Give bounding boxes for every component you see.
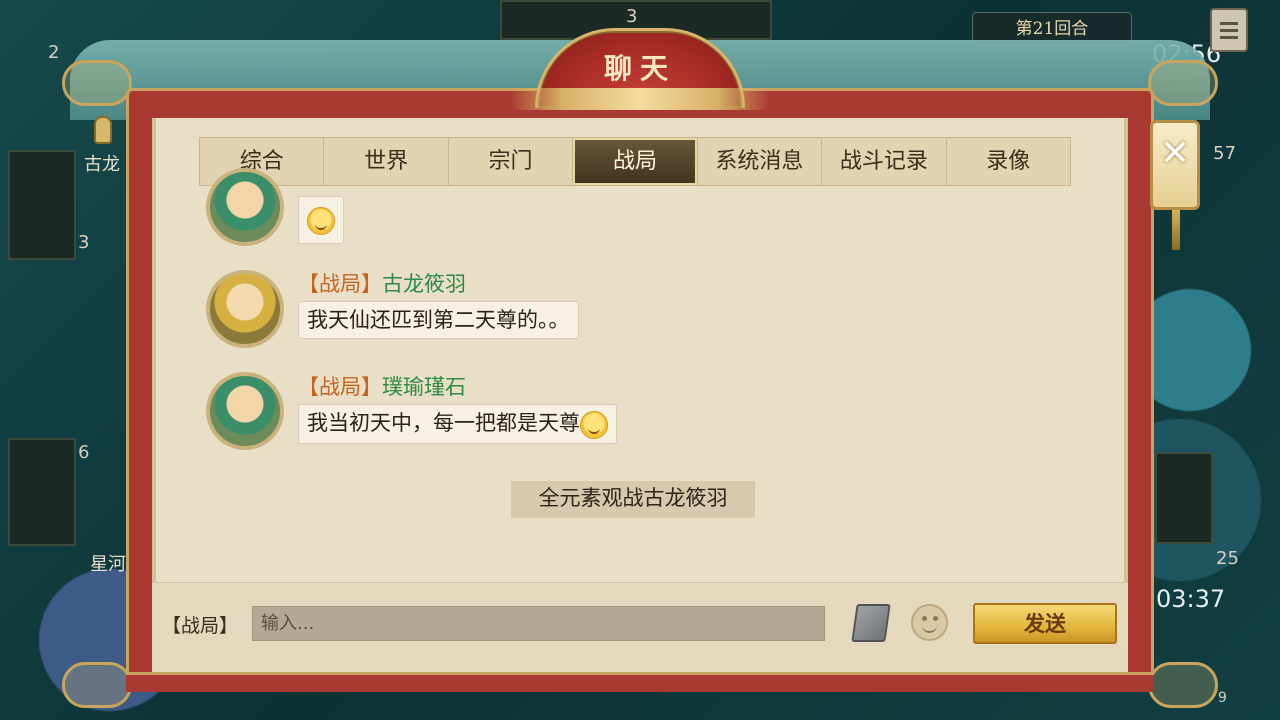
avatar[interactable] xyxy=(206,270,284,348)
channel-tabs: 综合 世界 宗门 战局 系统消息 战斗记录 录像 xyxy=(199,137,1071,186)
tab-replays[interactable]: 录像 xyxy=(947,138,1070,185)
tab-battle[interactable]: 战局 xyxy=(573,138,698,185)
card-count-57: 57 xyxy=(1213,143,1236,164)
message-channel: 【战局】 xyxy=(298,375,382,399)
player-timer: 03:37 xyxy=(1156,585,1226,613)
tab-world[interactable]: 世界 xyxy=(324,138,449,185)
message-header: 【战局】古龙筱羽 xyxy=(298,268,466,298)
left-player-name-2: 星河 xyxy=(90,554,126,575)
message-text: 我天仙还匹到第二天尊的。。 xyxy=(307,308,570,332)
corner-ornament-bl xyxy=(62,662,132,708)
chat-bubble: 我当初天中，每一把都是天尊 xyxy=(298,404,617,444)
corner-ornament-tr xyxy=(1148,60,1218,106)
chat-bubble-emoji xyxy=(298,196,344,244)
bell-icon xyxy=(94,116,112,144)
dialog-title: 聊天 xyxy=(603,52,676,85)
phrasebook-icon[interactable] xyxy=(851,604,891,642)
tab-sect[interactable]: 宗门 xyxy=(449,138,574,185)
dialog-bottom-edge xyxy=(126,672,1154,692)
lantern-tassel xyxy=(1172,210,1180,250)
card-count-25: 25 xyxy=(1216,548,1239,569)
card-count-3: 3 xyxy=(78,232,90,253)
player-card-left-top xyxy=(8,150,76,260)
left-player-name: 古龙 xyxy=(84,154,120,175)
chat-bubble: 我天仙还匹到第二天尊的。。 xyxy=(298,301,579,339)
avatar[interactable] xyxy=(206,372,284,450)
message-sender[interactable]: 璞瑜瑾石 xyxy=(382,375,466,399)
send-button[interactable]: 发送 xyxy=(973,603,1117,644)
input-channel-label: 【战局】 xyxy=(162,615,239,637)
menu-icon[interactable] xyxy=(1210,8,1248,52)
tab-system-messages[interactable]: 系统消息 xyxy=(698,138,823,185)
tab-battle-log[interactable]: 战斗记录 xyxy=(822,138,947,185)
emoji-picker-icon[interactable] xyxy=(911,604,948,641)
title-ornament xyxy=(510,88,770,110)
chat-input[interactable] xyxy=(252,606,825,641)
left-top-count: 2 xyxy=(48,42,60,63)
avatar[interactable] xyxy=(206,168,284,246)
player-card-left-mid xyxy=(8,438,76,546)
smiley-emoji-icon xyxy=(580,410,608,439)
close-button[interactable]: ✕ xyxy=(1155,134,1195,174)
message-sender[interactable]: 古龙筱羽 xyxy=(382,272,466,296)
corner-ornament-tl xyxy=(62,60,132,106)
card-count-6: 6 xyxy=(78,442,90,463)
system-spectate-note: 全元素观战古龙筱羽 xyxy=(511,481,755,518)
player-card-right xyxy=(1155,452,1213,544)
message-header: 【战局】璞瑜瑾石 xyxy=(298,371,466,401)
card-count-9: 9 xyxy=(1218,690,1227,706)
smiley-emoji-icon xyxy=(307,206,335,235)
corner-ornament-br xyxy=(1148,662,1218,708)
message-channel: 【战局】 xyxy=(298,272,382,296)
top-center-count: 3 xyxy=(626,6,638,27)
message-text: 我当初天中，每一把都是天尊 xyxy=(307,411,580,435)
